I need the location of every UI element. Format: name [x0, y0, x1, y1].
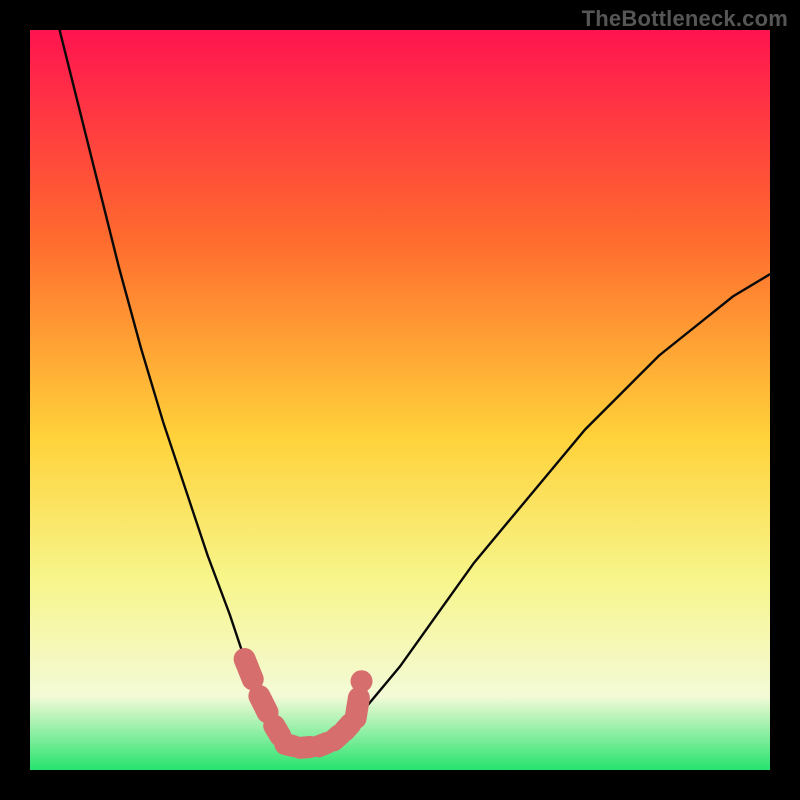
curve-marker: [259, 696, 267, 712]
gradient-background: [30, 30, 770, 770]
curve-marker: [356, 698, 359, 718]
chart-frame: TheBottleneck.com: [0, 0, 800, 800]
curve-marker: [245, 659, 253, 679]
watermark-text: TheBottleneck.com: [582, 6, 788, 32]
chart-svg: [30, 30, 770, 770]
curve-marker: [274, 726, 280, 736]
plot-area: [30, 30, 770, 770]
